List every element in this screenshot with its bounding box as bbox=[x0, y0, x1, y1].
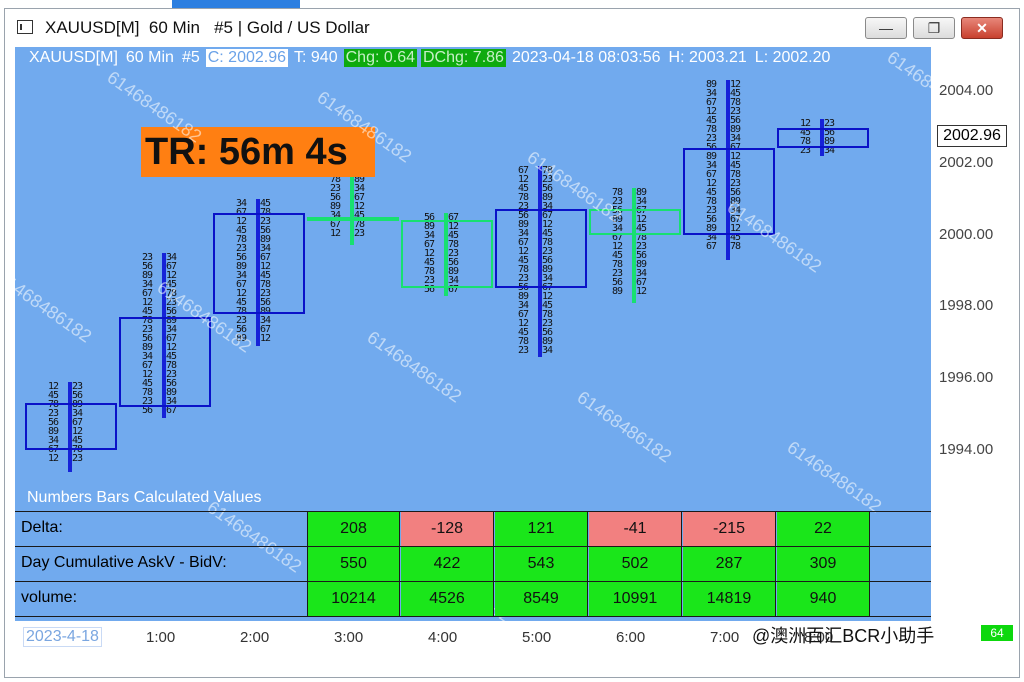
table-cell: 550 bbox=[307, 547, 400, 581]
info-datetime: 2023-04-18 08:03:56 bbox=[511, 49, 661, 66]
table-cell: 4526 bbox=[401, 582, 494, 616]
minimize-button[interactable]: — bbox=[865, 17, 907, 39]
social-overlay-caption: @澳洲百汇BCR小助手 bbox=[752, 626, 935, 646]
info-change: Chg: 0.64 bbox=[343, 49, 417, 67]
table-cell: -41 bbox=[589, 512, 682, 546]
candle-body bbox=[119, 317, 211, 407]
candle-body bbox=[213, 213, 305, 314]
table-cell: 940 bbox=[777, 582, 870, 616]
watermark-text: 61468486182 bbox=[15, 267, 96, 347]
time-tick-label: 6:00 bbox=[616, 629, 646, 646]
price-tick-label: 2000.00 bbox=[939, 225, 994, 243]
table-title: Numbers Bars Calculated Values bbox=[27, 489, 262, 506]
watermark-text: 61468486182 bbox=[883, 47, 931, 127]
candle-wick bbox=[632, 187, 636, 303]
table-cell: 208 bbox=[307, 512, 400, 546]
table-cell: 8549 bbox=[495, 582, 588, 616]
table-row-label: Day Cumulative AskV - BidV: bbox=[21, 554, 227, 571]
time-tick-label: 2:00 bbox=[240, 629, 270, 646]
time-tick-label: 7:00 bbox=[710, 629, 740, 646]
time-tick-label: 1:00 bbox=[146, 629, 176, 646]
table-cell: 121 bbox=[495, 512, 588, 546]
chart-plot-area[interactable]: XAUUSD[M] 60 Min #5 C: 2002.96 T: 940 Chg: 0.… bbox=[15, 47, 931, 621]
table-cell: -128 bbox=[401, 512, 494, 546]
time-tick-label: 4:00 bbox=[428, 629, 458, 646]
table-cell: 543 bbox=[495, 547, 588, 581]
window-title: XAUUSD[M] 60 Min #5 | Gold / US Dollar bbox=[45, 18, 370, 37]
time-tick-label: 5:00 bbox=[522, 629, 552, 646]
candle-body bbox=[25, 403, 117, 450]
info-high: H: 2003.21 bbox=[668, 49, 747, 66]
table-row-label: Delta: bbox=[21, 519, 63, 536]
chart-window: XAUUSD[M] 60 Min #5 | Gold / US Dollar —… bbox=[4, 8, 1020, 678]
info-day-change: DChg: 7.86 bbox=[421, 49, 506, 67]
price-tick-label: 2004.00 bbox=[939, 82, 994, 99]
footprint-numbers: 56 89 34 67 12 45 78 23 bbox=[354, 166, 365, 240]
watermark-text: 61468486182 bbox=[573, 387, 676, 467]
current-price-label: 2002.96 bbox=[937, 125, 1007, 147]
chart-app-icon bbox=[17, 20, 33, 34]
candle-body bbox=[495, 209, 587, 289]
watermark-text: 61468486182 bbox=[363, 327, 466, 407]
price-tick-label: 1998.00 bbox=[939, 297, 994, 315]
title-bar[interactable]: XAUUSD[M] 60 Min #5 | Gold / US Dollar —… bbox=[5, 9, 1019, 45]
restore-button[interactable]: ❐ bbox=[913, 17, 955, 39]
table-cell: 22 bbox=[777, 512, 870, 546]
candle-body bbox=[401, 220, 493, 289]
candle-body bbox=[777, 128, 869, 149]
info-interval: 60 Min bbox=[125, 49, 174, 66]
footprint-numbers: 89 34 67 12 45 78 23 56 89 34 67 12 bbox=[636, 187, 647, 297]
table-cell: 422 bbox=[401, 547, 494, 581]
price-tick-label: 1994.00 bbox=[939, 441, 994, 458]
date-label: 2023-4-18 bbox=[23, 627, 102, 647]
candle-wick bbox=[350, 166, 354, 246]
info-bar: XAUUSD[M] 60 Min #5 C: 2002.96 T: 940 Chg: 0.… bbox=[27, 49, 836, 67]
info-close: C: 2002.96 bbox=[205, 49, 289, 67]
table-cell: 309 bbox=[777, 547, 870, 581]
candle-body bbox=[307, 216, 399, 221]
watermark-text: 61468486182 bbox=[783, 437, 886, 517]
close-button[interactable]: ✕ bbox=[961, 17, 1003, 39]
table-cell: 287 bbox=[683, 547, 776, 581]
table-row-label: volume: bbox=[21, 589, 78, 606]
info-low: L: 2002.20 bbox=[754, 49, 831, 66]
info-ticks: T: 940 bbox=[294, 49, 338, 66]
table-cell: 14819 bbox=[683, 582, 776, 616]
info-symbol: XAUUSD[M] bbox=[29, 49, 118, 66]
time-tick-label: 3:00 bbox=[334, 629, 364, 646]
price-tick-label: 1996.00 bbox=[939, 369, 994, 387]
footprint-numbers: 45 78 23 56 89 34 67 12 bbox=[330, 166, 341, 240]
price-axis[interactable]: 2004.00 2002.00 2000.00 1998.00 1996.00 1994.… bbox=[931, 47, 1011, 621]
table-cell: 10991 bbox=[589, 582, 682, 616]
table-rule bbox=[15, 616, 931, 617]
table-cell: -215 bbox=[683, 512, 776, 546]
status-badge: 64 bbox=[981, 625, 1013, 641]
price-tick-label: 2002.00 bbox=[939, 153, 994, 171]
active-tab-indicator[interactable] bbox=[172, 0, 300, 8]
info-bar-number: #5 bbox=[181, 49, 200, 66]
table-cell: 502 bbox=[589, 547, 682, 581]
table-cell: 10214 bbox=[307, 582, 400, 616]
